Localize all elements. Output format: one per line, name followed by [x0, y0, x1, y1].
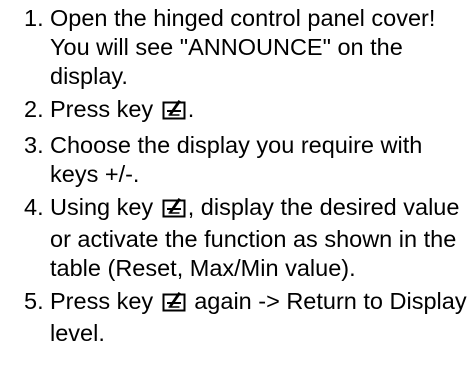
step-5: 5. Press key again -> Return to Display …	[24, 287, 470, 348]
step-number: 5.	[24, 288, 44, 314]
step-3: 3. Choose the display you require with k…	[24, 131, 470, 189]
step-text-after: .	[187, 96, 195, 122]
step-4: 4. Using key , display the desired value…	[24, 193, 470, 283]
step-text: Choose the display you require with keys…	[50, 132, 423, 187]
step-2: 2. Press key .	[24, 95, 470, 127]
enter-key-icon	[162, 290, 186, 319]
enter-key-icon	[162, 98, 186, 127]
step-number: 3.	[24, 132, 44, 158]
step-number: 2.	[24, 96, 44, 122]
enter-key-icon	[162, 196, 186, 225]
step-text-before: Using key	[50, 194, 160, 220]
step-number: 1.	[24, 5, 44, 31]
step-1: 1. Open the hinged control panel cover! …	[24, 4, 470, 91]
step-text: Open the hinged control panel cover! You…	[50, 5, 436, 89]
step-text-before: Press key	[50, 288, 160, 314]
step-text-before: Press key	[50, 96, 160, 122]
step-number: 4.	[24, 194, 44, 220]
instruction-list: 1. Open the hinged control panel cover! …	[24, 4, 470, 352]
